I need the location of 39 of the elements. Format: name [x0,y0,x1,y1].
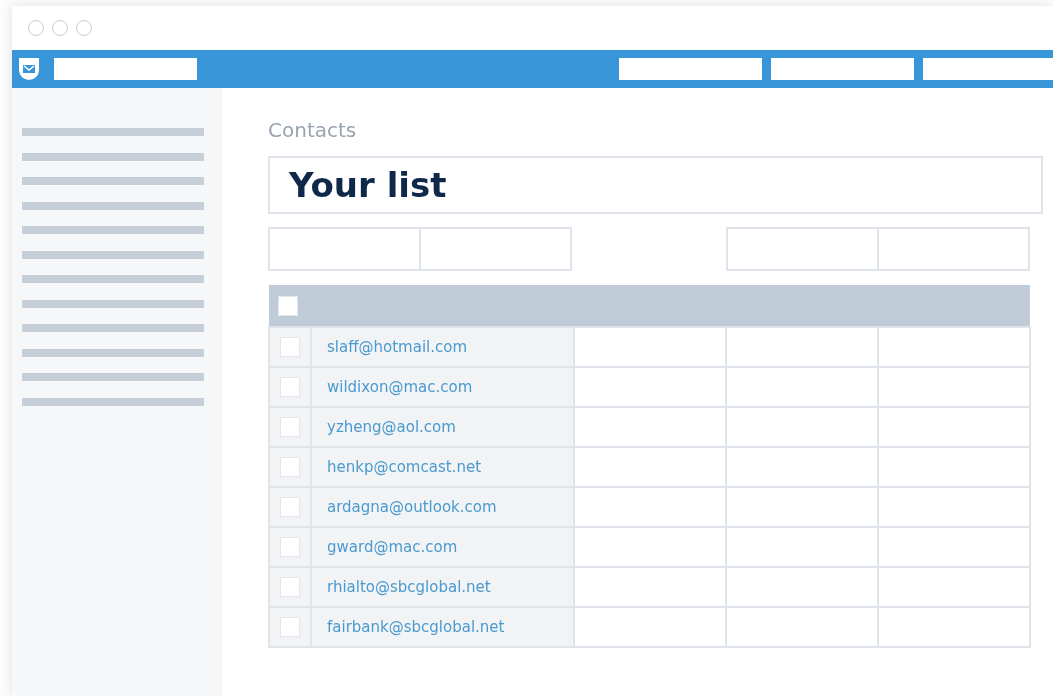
row-checkbox[interactable] [280,617,300,638]
email-cell: gward@mac.com [311,527,574,567]
row-checkbox[interactable] [280,457,300,478]
sidebar-item-placeholder[interactable] [22,201,204,210]
email-cell: fairbank@sbcglobal.net [311,607,574,647]
email-cell: ardagna@outlook.com [311,487,574,527]
row-checkbox[interactable] [280,497,300,518]
sidebar-item-placeholder[interactable] [22,128,204,136]
filter-field[interactable] [877,227,1030,271]
email-cell: slaff@hotmail.com [311,327,574,367]
email-cell: rhialto@sbcglobal.net [311,567,574,607]
sidebar-item-placeholder[interactable] [22,152,204,161]
sidebar-item-placeholder[interactable] [22,348,204,357]
envelope-logo-icon [18,57,40,81]
nav-item-placeholder[interactable] [619,58,762,80]
sidebar-item-placeholder[interactable] [22,275,204,283]
row-checkbox[interactable] [280,337,300,358]
sidebar-item-placeholder[interactable] [22,373,204,381]
sidebar-item-placeholder[interactable] [22,250,204,259]
email-cell: wildixon@mac.com [311,367,574,407]
email-cell: yzheng@aol.com [311,407,574,447]
email-cell: henkp@comcast.net [311,447,574,487]
row-checkbox[interactable] [280,537,300,558]
row-checkbox[interactable] [280,417,300,438]
nav-item-placeholder[interactable] [771,58,914,80]
list-title: Your list [268,156,1043,214]
sidebar-item-placeholder[interactable] [22,177,204,185]
filter-field[interactable] [726,227,879,271]
select-all-checkbox[interactable] [278,295,298,316]
sidebar-item-placeholder[interactable] [22,324,204,332]
sidebar-item-placeholder[interactable] [22,397,204,406]
nav-item-placeholder[interactable] [923,58,1053,80]
filter-field[interactable] [419,227,572,271]
row-checkbox[interactable] [280,377,300,398]
row-checkbox[interactable] [280,577,300,598]
page-heading: Contacts [268,118,358,144]
sidebar-item-placeholder[interactable] [22,226,204,234]
sidebar-item-placeholder[interactable] [22,299,204,308]
filter-field[interactable] [268,227,421,271]
